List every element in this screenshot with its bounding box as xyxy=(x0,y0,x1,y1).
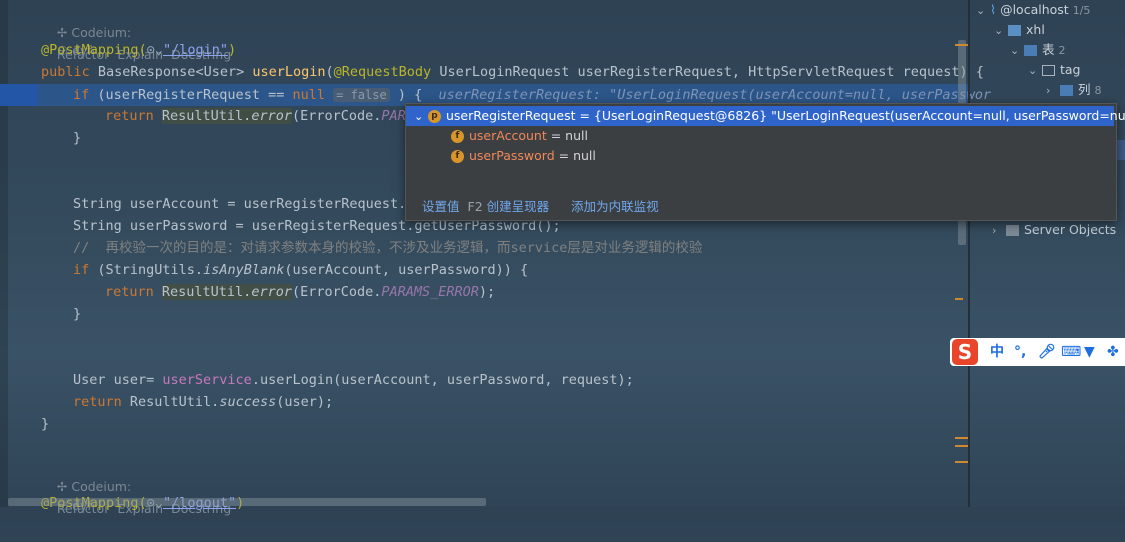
method-name[interactable]: userLogin xyxy=(252,64,325,80)
popup-field-row[interactable]: f userPassword = null xyxy=(451,146,596,166)
microphone-icon[interactable]: 🎤︎ xyxy=(1038,342,1056,362)
chevron-right-icon[interactable]: › xyxy=(992,221,1006,241)
chevron-down-icon[interactable]: ⌄ xyxy=(976,1,990,21)
code-line-account: String userAccount = userRegisterRequest… xyxy=(73,196,415,212)
code-line-brace: } xyxy=(73,130,82,146)
inline-value-hint: = false xyxy=(333,88,390,102)
popup-field-row[interactable]: f userAccount = null xyxy=(451,126,588,146)
code-line-method-close: } xyxy=(41,416,50,432)
skin-icon[interactable]: ▼ xyxy=(1084,342,1095,362)
table-icon xyxy=(1042,65,1055,76)
set-value-link[interactable]: 设置值 xyxy=(422,199,460,214)
ime-language-toggle[interactable]: 中 xyxy=(990,342,1004,362)
server-objects-icon xyxy=(1006,225,1019,236)
error-stripe-marker[interactable] xyxy=(955,44,968,46)
error-stripe-marker[interactable] xyxy=(955,437,968,439)
error-stripe-marker[interactable] xyxy=(955,445,968,447)
editor-gutter xyxy=(0,0,8,507)
keyboard-icon[interactable]: ⌨ xyxy=(1061,342,1081,362)
code-editor[interactable]: ✢ Codeium: Refactor Explain Docstring ⚇ dy… xyxy=(0,0,991,516)
inline-debug-value[interactable]: userRegisterRequest: "UserLoginRequest(u… xyxy=(438,87,991,103)
code-line-return: return ResultUtil.error(ErrorCode.PARA xyxy=(105,108,414,124)
error-stripe-marker[interactable] xyxy=(955,461,968,463)
web-icon[interactable]: ⊙⌄ xyxy=(147,42,163,58)
code-line-if-blank: if (StringUtils.isAnyBlank(userAccount, … xyxy=(73,262,529,278)
debug-value-popup: ⌄ p userRegisterRequest = {UserLoginReques… xyxy=(405,103,1125,221)
execution-point-marker xyxy=(0,84,38,106)
parameter-icon: p xyxy=(428,110,441,123)
code-line-annotation: @PostMapping(⊙⌄"/login") xyxy=(41,42,237,58)
code-line-return-success: return ResultUtil.success(user); xyxy=(73,394,334,410)
code-line-return-error: return ResultUtil.error(ErrorCode.PARAMS… xyxy=(105,284,496,300)
tree-node-schema[interactable]: ⌄ xhl xyxy=(994,20,1045,40)
database-panel: ⌄ ⌇ @localhost 1/5 ⌄ xhl ⌄ 表 2 ⌄ tag › 列 8 › Serv… xyxy=(970,0,1125,507)
tree-node-host[interactable]: ⌄ ⌇ @localhost 1/5 xyxy=(976,0,1090,20)
add-inline-watch-link[interactable]: 添加为内联监视 xyxy=(571,199,659,214)
tree-node-table[interactable]: ⌄ tag xyxy=(1028,60,1081,80)
popup-root-node[interactable]: ⌄ p userRegisterRequest = {UserLoginReques… xyxy=(406,106,1125,127)
sogou-logo-icon[interactable]: S xyxy=(952,339,978,365)
schema-icon xyxy=(1008,25,1021,36)
folder-icon xyxy=(1060,85,1073,96)
tree-node-columns[interactable]: › 列 8 xyxy=(1046,80,1102,100)
code-line-signature: public BaseResponse<User> userLogin(@Req… xyxy=(41,64,984,80)
database-icon: ⌇ xyxy=(990,2,1001,17)
popup-actions: 设置值 F2 创建呈现器 添加为内联监视 xyxy=(406,196,1114,218)
toolbox-icon[interactable]: ✤ xyxy=(1107,342,1119,362)
create-renderer-link[interactable]: 创建呈现器 xyxy=(487,199,550,214)
horizontal-scrollbar[interactable] xyxy=(8,498,486,506)
code-line-comment: // 再校验一次的目的是：对请求参数本身的校验，不涉及业务逻辑，而service… xyxy=(73,240,703,256)
chevron-down-icon[interactable]: ⌄ xyxy=(1010,41,1024,61)
error-stripe-marker[interactable] xyxy=(955,298,963,300)
chevron-down-icon[interactable]: ⌄ xyxy=(1028,61,1042,81)
field-icon: f xyxy=(451,130,464,143)
url-link[interactable]: "/login" xyxy=(163,42,228,58)
chevron-right-icon[interactable]: › xyxy=(1046,81,1060,101)
tree-node-tables[interactable]: ⌄ 表 2 xyxy=(1010,40,1066,60)
tree-node-server-objects[interactable]: › Server Objects xyxy=(992,220,1116,240)
ime-toolbar[interactable]: S 中 °, 🎤︎ ⌨ ▼ ✤ xyxy=(950,338,1125,366)
code-line-brace-2: } xyxy=(73,306,82,322)
chevron-down-icon[interactable]: ⌄ xyxy=(994,21,1008,41)
author-hint: ⚇ dyf xyxy=(56,43,92,58)
shortcut-hint: F2 xyxy=(467,199,483,214)
code-line-user: User user= userService.userLogin(userAcc… xyxy=(73,372,634,388)
field-icon: f xyxy=(451,150,464,163)
chevron-down-icon[interactable]: ⌄ xyxy=(414,107,428,127)
folder-icon xyxy=(1024,45,1037,56)
ime-punctuation-toggle[interactable]: °, xyxy=(1014,342,1026,362)
